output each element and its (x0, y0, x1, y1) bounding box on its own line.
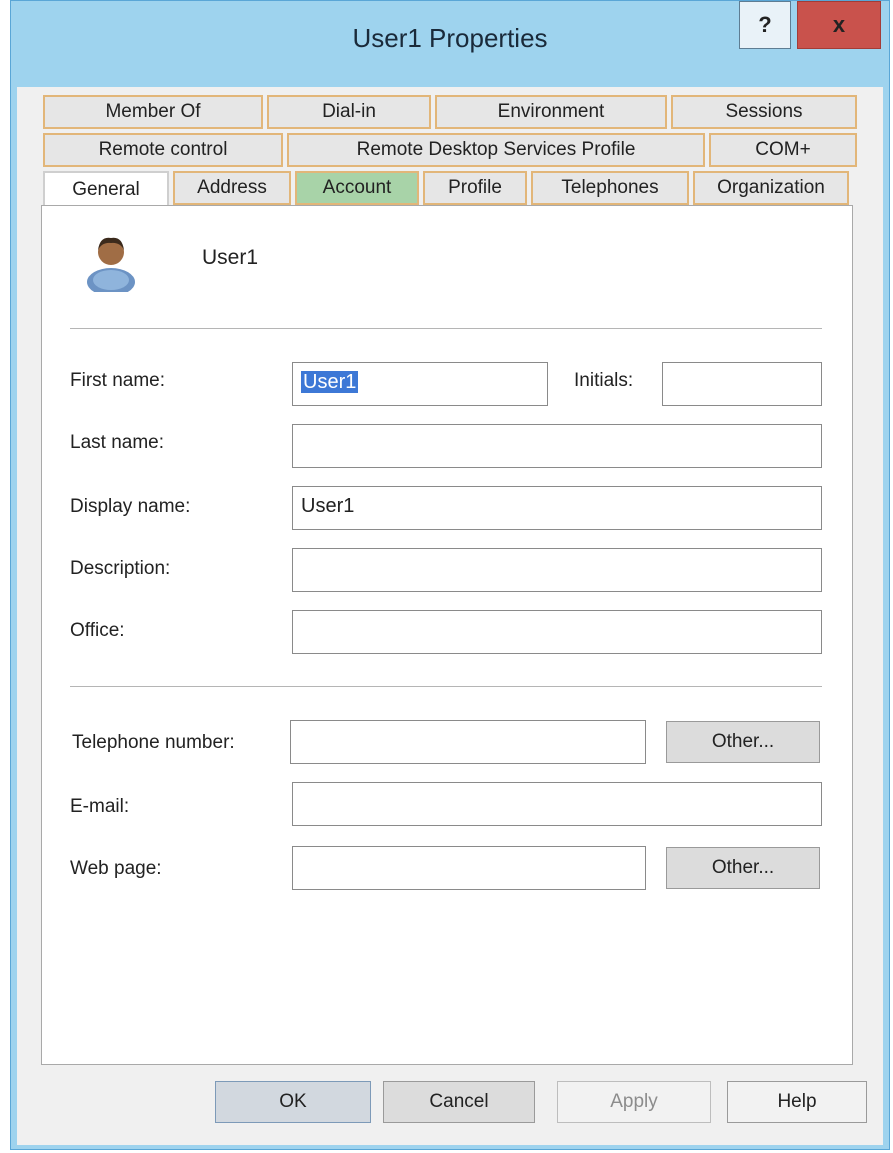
tab-account[interactable]: Account (295, 171, 419, 205)
telephone-number-field[interactable] (290, 720, 646, 764)
description-field[interactable] (292, 548, 822, 592)
separator-top (70, 328, 822, 329)
tab-com-plus[interactable]: COM+ (709, 133, 857, 167)
tab-row-1: Member Of Dial-in Environment Sessions (43, 95, 861, 129)
tab-dial-in[interactable]: Dial-in (267, 95, 431, 129)
user-icon (87, 237, 135, 292)
tab-sessions[interactable]: Sessions (671, 95, 857, 129)
tab-environment[interactable]: Environment (435, 95, 667, 129)
initials-field[interactable] (662, 362, 822, 406)
display-name-label: Display name: (70, 496, 191, 517)
help-button[interactable]: Help (727, 1081, 867, 1123)
tab-address[interactable]: Address (173, 171, 291, 205)
general-tab-panel: User1 First name: User1 Initials: Last n… (41, 205, 853, 1065)
first-name-value: User1 (301, 371, 359, 393)
properties-window: User1 Properties ? x Member Of Dial-in E… (10, 0, 890, 1150)
telephone-other-button[interactable]: Other... (666, 721, 820, 763)
title-bar[interactable]: User1 Properties ? x (11, 1, 889, 87)
display-name-field[interactable]: User1 (292, 486, 822, 530)
apply-button[interactable]: Apply (557, 1081, 711, 1123)
web-page-label: Web page: (70, 858, 162, 879)
last-name-label: Last name: (70, 432, 164, 453)
tab-telephones[interactable]: Telephones (531, 171, 689, 205)
separator-middle (70, 686, 822, 687)
web-page-other-button[interactable]: Other... (666, 847, 820, 889)
office-label: Office: (70, 620, 125, 641)
description-label: Description: (70, 558, 171, 579)
tab-remote-desktop-services-profile[interactable]: Remote Desktop Services Profile (287, 133, 705, 167)
cancel-button[interactable]: Cancel (383, 1081, 535, 1123)
telephone-number-label: Telephone number: (72, 732, 235, 753)
office-field[interactable] (292, 610, 822, 654)
dialog-client-area: Member Of Dial-in Environment Sessions R… (17, 87, 883, 1145)
help-question-button[interactable]: ? (739, 1, 791, 49)
first-name-label: First name: (70, 370, 166, 391)
close-button[interactable]: x (797, 1, 881, 49)
last-name-field[interactable] (292, 424, 822, 468)
tab-member-of[interactable]: Member Of (43, 95, 263, 129)
tab-general[interactable]: General (43, 171, 169, 209)
tab-row-2: Remote control Remote Desktop Services P… (43, 133, 861, 167)
tab-organization[interactable]: Organization (693, 171, 849, 205)
email-field[interactable] (292, 782, 822, 826)
tab-profile[interactable]: Profile (423, 171, 527, 205)
web-page-field[interactable] (292, 846, 646, 890)
tab-remote-control[interactable]: Remote control (43, 133, 283, 167)
email-label: E-mail: (70, 796, 130, 817)
ok-button[interactable]: OK (215, 1081, 371, 1123)
initials-label: Initials: (574, 370, 634, 391)
tab-row-3: General Address Account Profile Telephon… (43, 171, 853, 209)
user-display-name: User1 (202, 246, 259, 269)
first-name-field[interactable]: User1 (292, 362, 548, 406)
